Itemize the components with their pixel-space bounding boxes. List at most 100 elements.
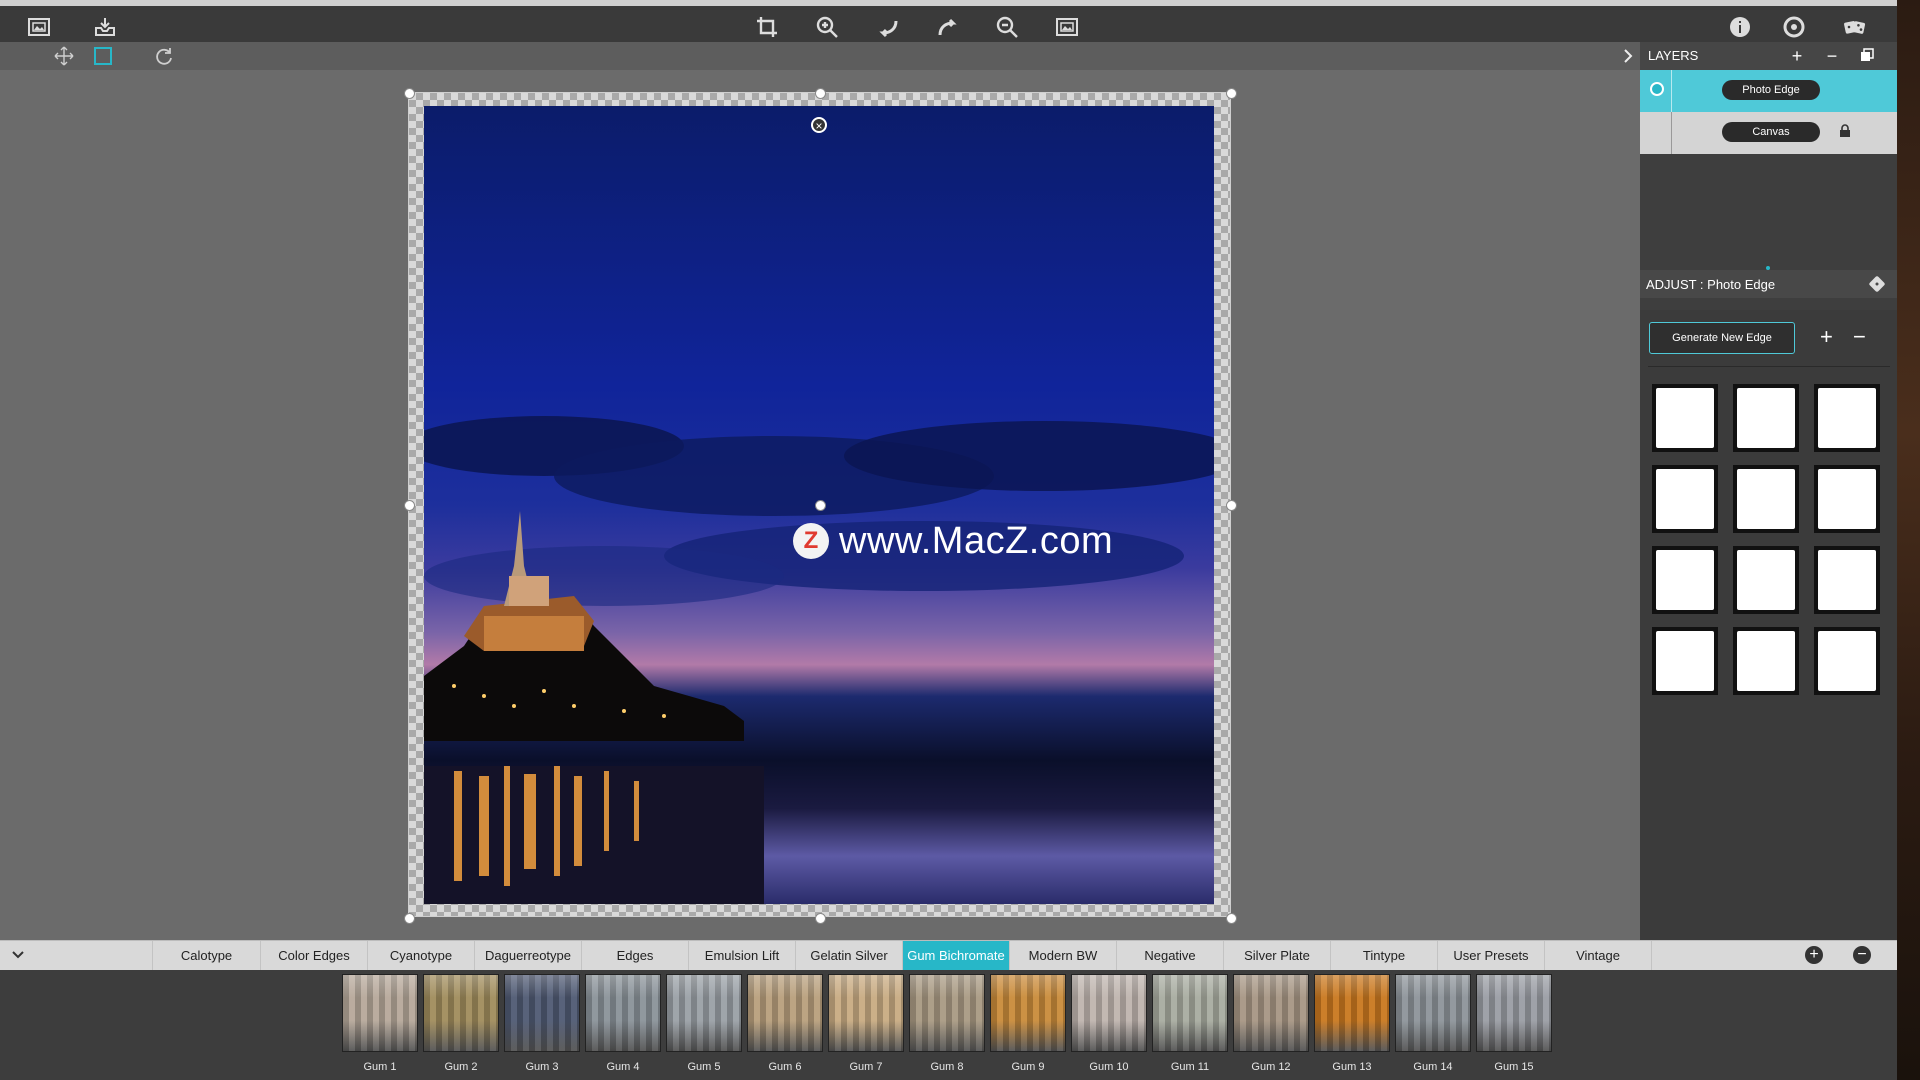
preset-label: Gum 2 [444,1061,478,1073]
preset-thumbnail[interactable] [909,974,985,1052]
randomize-dice-icon[interactable] [1868,275,1886,293]
remove-edge-button[interactable]: − [1853,324,1866,350]
adjust-title: ADJUST : Photo Edge [1646,277,1776,292]
zoom-out-icon[interactable] [993,14,1021,40]
move-icon[interactable] [52,45,76,67]
edge-preset-thumbnail[interactable] [1733,546,1799,614]
resize-handle-bottom[interactable] [815,913,826,924]
category-bar: Calotype Color Edges Cyanotype Daguerreo… [0,940,1897,970]
category-tab[interactable]: Edges [582,941,689,970]
remove-preset-icon[interactable]: − [1853,946,1871,964]
preset-label: Gum 15 [1494,1061,1534,1073]
preset-label: Gum 13 [1332,1061,1372,1073]
category-tab[interactable]: Negative [1117,941,1224,970]
preset-thumbnail[interactable] [1314,974,1390,1052]
preset-label: Gum 1 [363,1061,397,1073]
category-tab[interactable]: User Presets [1438,941,1545,970]
preset-label: Gum 4 [606,1061,640,1073]
category-tab[interactable]: Vintage [1545,941,1652,970]
water-reflection [424,766,764,904]
edge-preset-thumbnail[interactable] [1814,384,1880,452]
layer-visibility-icon[interactable] [1650,82,1664,96]
save-tray-icon[interactable] [91,14,119,40]
preset-thumbnail[interactable] [666,974,742,1052]
preset-thumbnail[interactable] [1233,974,1309,1052]
preset-thumbnail[interactable] [342,974,418,1052]
layers-title: LAYERS [1648,48,1699,63]
edge-preset-thumbnail[interactable] [1652,627,1718,695]
category-tab[interactable]: Gelatin Silver [796,941,903,970]
edge-preset-thumbnail[interactable] [1652,546,1718,614]
fit-screen-icon[interactable] [1053,14,1081,40]
add-layer-icon[interactable]: + [1787,46,1807,66]
rotate-icon[interactable] [152,45,176,67]
preset-label: Gum 7 [849,1061,883,1073]
category-tab[interactable]: Tintype [1331,941,1438,970]
preset-label: Gum 8 [930,1061,964,1073]
lock-icon[interactable] [1839,124,1850,137]
castle-island [424,511,744,741]
category-tab-active[interactable]: Gum Bichromate [903,941,1010,970]
preset-label: Gum 6 [768,1061,802,1073]
preset-thumbnail[interactable] [1071,974,1147,1052]
preset-thumbnail[interactable] [1395,974,1471,1052]
preset-thumbnail[interactable] [1152,974,1228,1052]
resize-handle-right[interactable] [1226,500,1237,511]
preset-thumbnail[interactable] [504,974,580,1052]
adjust-header: ADJUST : Photo Edge [1640,270,1897,298]
settings-icon[interactable] [1780,14,1808,40]
resize-handle-top-left[interactable] [404,88,415,99]
resize-handle-top-right[interactable] [1226,88,1237,99]
resize-handle-top[interactable] [815,88,826,99]
chevron-down-icon[interactable] [10,947,26,963]
preset-thumbnail[interactable] [585,974,661,1052]
edge-preset-thumbnail[interactable] [1814,465,1880,533]
preset-thumbnail[interactable] [990,974,1066,1052]
generate-new-edge-button[interactable]: Generate New Edge [1649,322,1795,354]
preset-thumbnail[interactable] [423,974,499,1052]
info-icon[interactable] [1726,14,1754,40]
add-edge-button[interactable]: + [1820,324,1833,350]
edge-preset-thumbnail[interactable] [1652,465,1718,533]
resize-handle-left[interactable] [404,500,415,511]
resize-handle-bottom-left[interactable] [404,913,415,924]
redo-icon[interactable] [934,14,962,40]
rotation-center-handle[interactable] [815,500,826,511]
edge-preset-thumbnail[interactable] [1652,384,1718,452]
edge-preset-thumbnail[interactable] [1814,627,1880,695]
transform-icon[interactable] [91,45,115,67]
layer-row-canvas[interactable]: Canvas [1640,112,1897,154]
layers-header: LAYERS + − [1640,42,1897,70]
chevron-right-icon[interactable] [1616,45,1640,67]
preset-label: Gum 12 [1251,1061,1291,1073]
edge-preset-thumbnail[interactable] [1814,546,1880,614]
edge-preset-thumbnail[interactable] [1733,465,1799,533]
duplicate-layer-icon[interactable] [1857,46,1877,66]
zoom-in-icon[interactable] [813,14,841,40]
layer-row-photo-edge[interactable]: Photo Edge [1640,70,1897,112]
watermark-text: www.MacZ.com [839,519,1114,562]
category-tab[interactable]: Modern BW [1010,941,1117,970]
category-tab[interactable]: Silver Plate [1224,941,1331,970]
add-preset-icon[interactable]: + [1805,946,1823,964]
preset-thumbnail[interactable] [747,974,823,1052]
resize-handle-bottom-right[interactable] [1226,913,1237,924]
category-tab[interactable]: Emulsion Lift [689,941,796,970]
layer-label: Photo Edge [1722,80,1820,100]
edge-preset-thumbnail[interactable] [1733,627,1799,695]
preset-thumbnail[interactable] [828,974,904,1052]
crop-icon[interactable] [753,14,781,40]
close-icon[interactable]: × [811,117,827,133]
preset-thumbnail[interactable] [1476,974,1552,1052]
category-tab[interactable]: Cyanotype [368,941,475,970]
randomize-dice-icon[interactable] [1838,14,1872,40]
remove-layer-icon[interactable]: − [1822,46,1842,66]
edge-preset-thumbnail[interactable] [1733,384,1799,452]
image-icon[interactable] [25,14,53,40]
category-tab[interactable]: Color Edges [261,941,368,970]
layer-divider [1671,70,1672,112]
category-tab[interactable]: Daguerreotype [475,941,582,970]
undo-icon[interactable] [874,14,902,40]
desktop-background-edge [1897,0,1920,1080]
category-tab[interactable]: Calotype [153,941,261,970]
